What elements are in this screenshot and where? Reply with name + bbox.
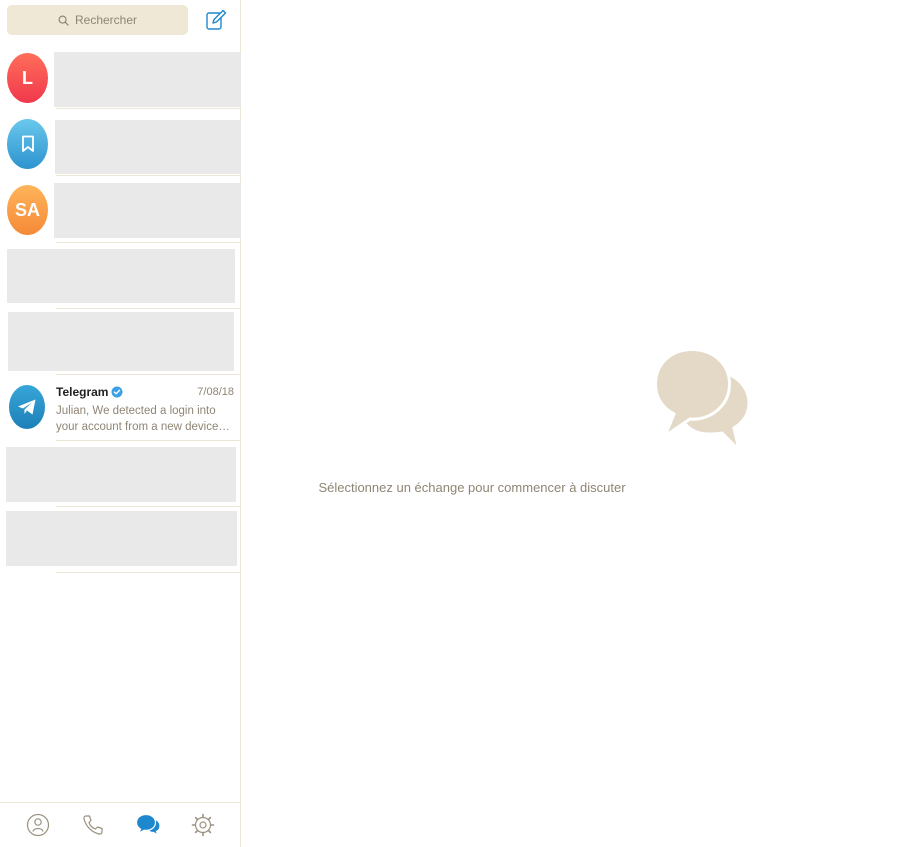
bottom-tab-bar [0, 802, 241, 847]
phone-icon [83, 815, 103, 835]
telegram-icon [18, 399, 36, 415]
chat-sidebar: Rechercher L SA Telegram 7/08/18 Julian,… [0, 0, 241, 847]
empty-state-message: Sélectionnez un échange pour commencer à… [318, 480, 626, 495]
redacted-chat-row [8, 312, 234, 371]
chat-row-telegram[interactable]: Telegram 7/08/18 Julian, We detected a l… [0, 375, 241, 441]
chat-row[interactable] [0, 507, 241, 573]
chat-row[interactable] [0, 309, 241, 375]
avatar-initials: L [22, 67, 33, 88]
tab-calls[interactable] [80, 812, 106, 838]
chat-row[interactable] [0, 441, 241, 507]
app-window: Rechercher L SA Telegram 7/08/18 Julian,… [0, 0, 900, 847]
row-divider [56, 175, 241, 176]
search-field[interactable]: Rechercher [7, 5, 188, 35]
chat-row[interactable]: SA [0, 182, 241, 243]
chat-title: Telegram [56, 385, 123, 399]
compose-button[interactable] [205, 8, 227, 32]
tab-chats[interactable] [135, 812, 161, 838]
chat-row[interactable]: L [0, 52, 241, 109]
redacted-chat-row [7, 249, 235, 303]
avatar [7, 119, 48, 169]
chat-row[interactable] [0, 118, 241, 176]
chat-main-area: Sélectionnez un échange pour commencer à… [242, 0, 900, 847]
search-placeholder: Rechercher [74, 13, 138, 27]
compose-icon [206, 9, 227, 30]
chat-date: 7/08/18 [197, 386, 234, 398]
bookmark-icon [21, 135, 34, 152]
row-divider [56, 108, 241, 109]
tab-contacts[interactable] [25, 812, 51, 838]
chat-name: Telegram [56, 385, 109, 399]
chat-row[interactable] [0, 243, 241, 309]
avatar-initials: SA [14, 199, 40, 220]
redacted-chat-content [54, 52, 241, 107]
contacts-icon [26, 813, 49, 837]
avatar: L [7, 53, 48, 103]
avatar [9, 385, 45, 429]
chat-bubbles-icon [654, 348, 750, 452]
avatar: SA [7, 185, 48, 235]
chat-preview: Julian, We detected a login into your ac… [56, 405, 230, 433]
redacted-chat-row [6, 511, 237, 566]
verified-badge-icon [111, 386, 123, 398]
redacted-chat-content [54, 183, 241, 238]
search-icon [58, 15, 69, 26]
row-divider [56, 572, 241, 573]
settings-icon [192, 813, 215, 837]
tab-settings[interactable] [190, 812, 216, 838]
redacted-chat-content [55, 120, 241, 174]
chats-icon [136, 813, 161, 837]
